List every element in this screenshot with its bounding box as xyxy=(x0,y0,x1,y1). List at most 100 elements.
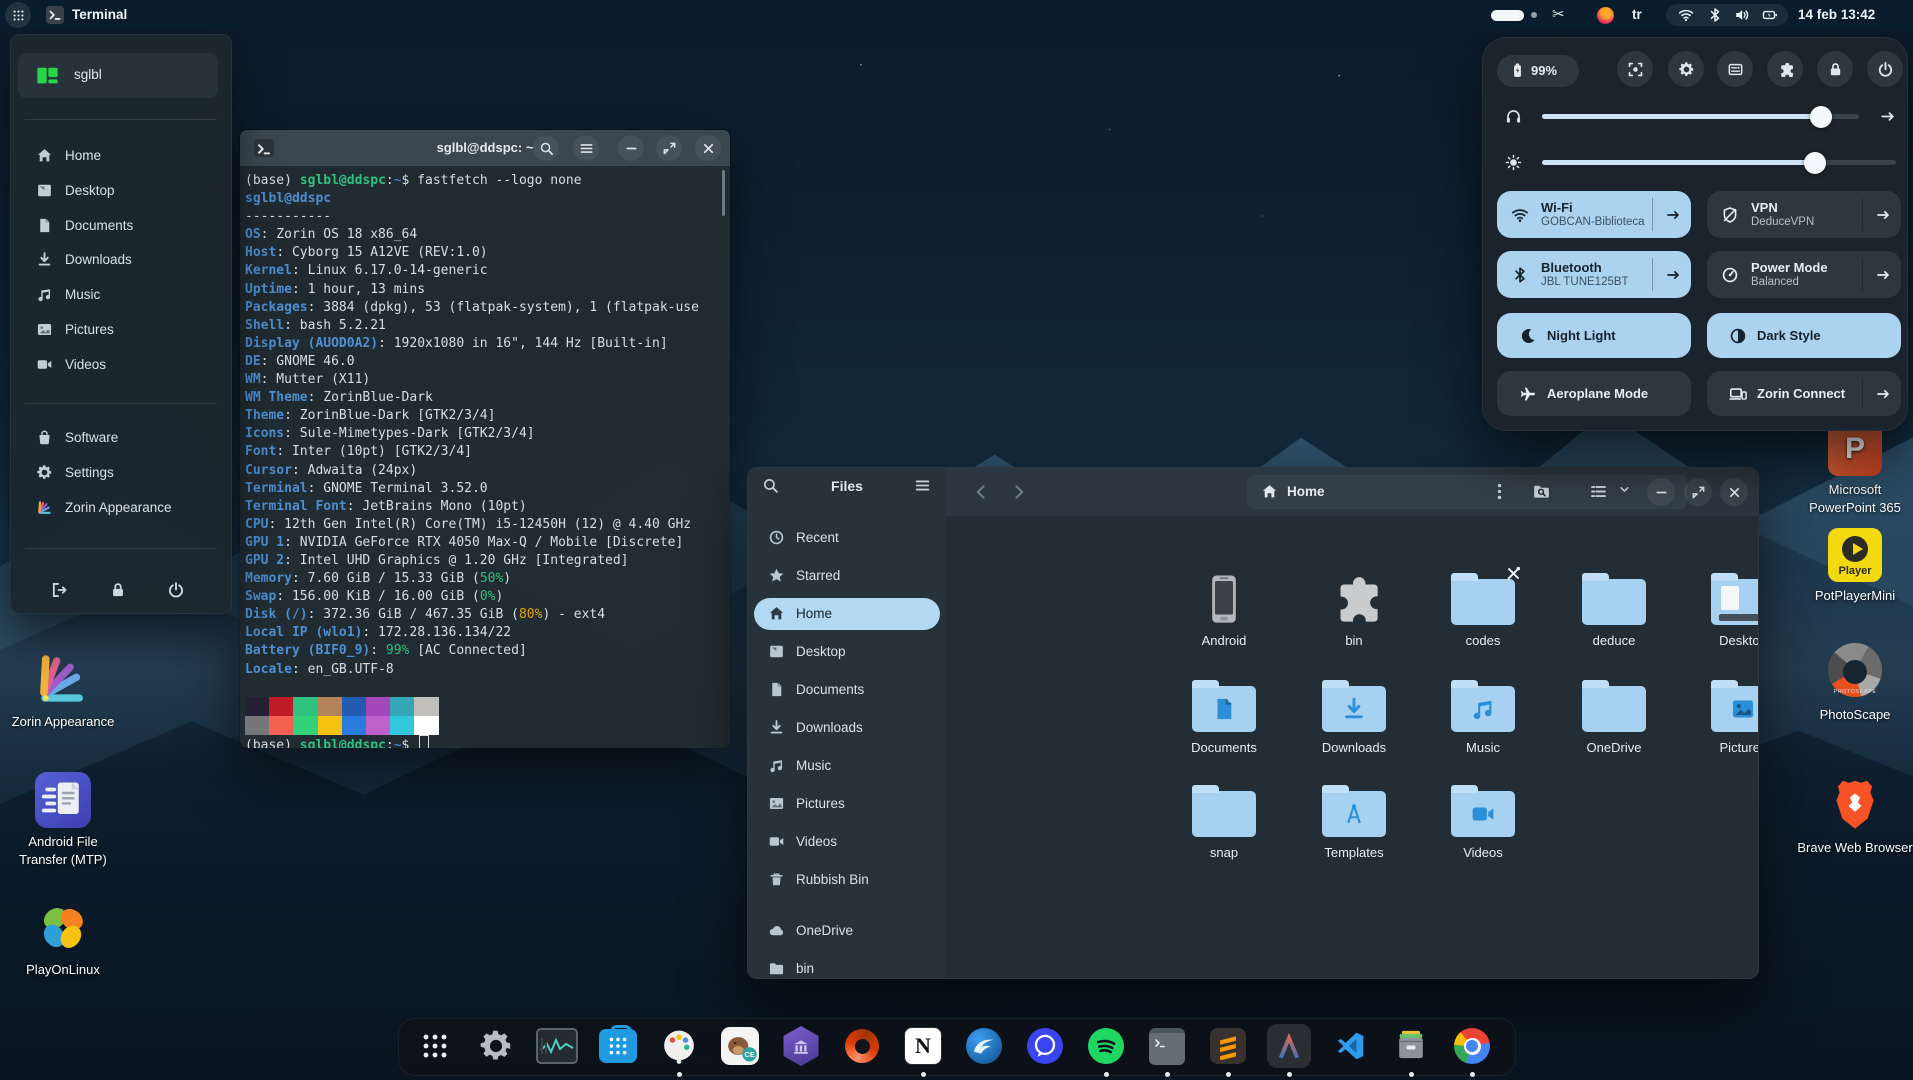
files-content[interactable]: AndroidbincodesdeduceDesktopdevelopmentD… xyxy=(946,516,1758,978)
terminal-maximize-button[interactable] xyxy=(656,135,682,161)
file-item-videos[interactable]: Videos xyxy=(1423,783,1543,860)
sidebar-item-pictures[interactable]: Pictures xyxy=(754,788,940,820)
terminal-menu-button[interactable] xyxy=(573,135,599,161)
arrow-right-icon[interactable] xyxy=(1879,108,1896,125)
desktop-icon-android-file-transfer[interactable]: Android File Transfer (MTP) xyxy=(3,772,123,868)
menu-item-videos[interactable]: Videos xyxy=(21,349,221,381)
lock-button[interactable] xyxy=(1817,51,1853,87)
dock-item-sublime-text[interactable] xyxy=(1206,1024,1250,1068)
sidebar-item-videos[interactable]: Videos xyxy=(754,826,940,858)
power-button[interactable] xyxy=(1867,51,1903,87)
menu-item-downloads[interactable]: Downloads xyxy=(21,244,221,276)
sidebar-item-rubbish-bin[interactable]: Rubbish Bin xyxy=(754,864,940,896)
file-item-onedrive[interactable]: OneDrive xyxy=(1554,678,1674,755)
file-item-pictures[interactable]: Pictures xyxy=(1683,678,1759,755)
dock-item-show-applications[interactable] xyxy=(413,1024,457,1068)
sidebar-item-bin[interactable]: bin xyxy=(754,953,940,979)
tile-night-light[interactable]: Night Light xyxy=(1497,313,1691,358)
user-button[interactable]: sglbl xyxy=(18,53,218,98)
system-tray[interactable] xyxy=(1666,4,1788,26)
desktop-icon-powerpoint[interactable]: PMicrosoft PowerPoint 365 xyxy=(1795,422,1913,516)
dock-item-notion[interactable]: N xyxy=(901,1024,945,1068)
menu-item-documents[interactable]: Documents xyxy=(21,210,221,242)
dock-item-thunderbird[interactable] xyxy=(962,1024,1006,1068)
sidebar-item-home[interactable]: Home xyxy=(754,598,940,630)
arrow-right-icon[interactable] xyxy=(1875,267,1891,283)
tile-zorin-connect[interactable]: Zorin Connect xyxy=(1707,371,1901,416)
file-item-templates[interactable]: Templates xyxy=(1294,783,1414,860)
dock-item-color-picker[interactable] xyxy=(657,1024,701,1068)
lock-screen-button[interactable] xyxy=(101,573,135,607)
tweaks-button[interactable] xyxy=(1717,51,1753,87)
dock-item-system-monitor[interactable] xyxy=(535,1024,579,1068)
files-headerbar[interactable]: Home xyxy=(946,468,1758,517)
file-item-desktop[interactable]: Desktop xyxy=(1683,571,1759,648)
settings-button[interactable] xyxy=(1668,51,1704,87)
dock-item-vscode[interactable] xyxy=(1328,1024,1372,1068)
file-item-documents[interactable]: Documents xyxy=(1164,678,1284,755)
dock-item-software-store[interactable] xyxy=(596,1024,640,1068)
arrow-right-icon[interactable] xyxy=(1875,386,1891,402)
dock-item-microsoft-office[interactable] xyxy=(840,1024,884,1068)
menu-item-home[interactable]: Home xyxy=(21,140,221,172)
terminal-close-button[interactable] xyxy=(695,135,721,161)
tile-wi-fi[interactable]: Wi-FiGOBCAN-Biblioteca xyxy=(1497,191,1691,238)
back-icon[interactable] xyxy=(971,482,991,502)
dock-item-spotify[interactable] xyxy=(1084,1024,1128,1068)
dock-item-settings[interactable] xyxy=(474,1024,518,1068)
terminal-prompt[interactable]: (base) sglbl@ddspc:~$ xyxy=(245,735,725,748)
toggle-pill-indicator[interactable] xyxy=(1491,10,1524,21)
file-item-downloads[interactable]: Downloads xyxy=(1294,678,1414,755)
dock-item-dbeaver-ce[interactable]: CE xyxy=(718,1024,762,1068)
menu-item-pictures[interactable]: Pictures xyxy=(21,314,221,346)
terminal-search-button[interactable] xyxy=(533,135,559,161)
desktop-icon-playonlinux[interactable]: PlayOnLinux xyxy=(3,900,123,979)
dock-item-signal[interactable] xyxy=(1023,1024,1067,1068)
tile-aeroplane-mode[interactable]: Aeroplane Mode xyxy=(1497,371,1691,416)
app-indicator-icon[interactable] xyxy=(1597,7,1614,24)
sidebar-item-recent[interactable]: Recent xyxy=(754,522,940,554)
dock-item-purple-hexagon-app[interactable] xyxy=(779,1024,823,1068)
zorin-menu-button[interactable] xyxy=(5,2,31,28)
sidebar-item-onedrive[interactable]: OneDrive xyxy=(754,915,940,947)
extensions-button[interactable] xyxy=(1767,51,1803,87)
scissors-tray-icon[interactable]: ✂ xyxy=(1552,5,1565,23)
slider-knob[interactable] xyxy=(1810,106,1832,128)
files-close-button[interactable] xyxy=(1720,478,1748,506)
desktop-icon-potplayer[interactable]: PlayerPotPlayerMini xyxy=(1795,528,1913,605)
screenshot-button[interactable] xyxy=(1617,51,1653,87)
battery-status[interactable]: 99% xyxy=(1497,55,1579,87)
sidebar-item-music[interactable]: Music xyxy=(754,750,940,782)
tile-bluetooth[interactable]: BluetoothJBL TUNE125BT xyxy=(1497,251,1691,298)
file-item-music[interactable]: Music xyxy=(1423,678,1543,755)
kebab-menu-icon[interactable] xyxy=(1490,482,1509,501)
menu-item-software[interactable]: Software xyxy=(21,422,221,454)
terminal-output[interactable]: (base) sglbl@ddspc:~$ fastfetch --logo n… xyxy=(240,166,730,748)
log-out-button[interactable] xyxy=(42,573,76,607)
clock[interactable]: 14 feb 13:42 xyxy=(1798,7,1875,22)
desktop-icon-brave[interactable]: Brave Web Browser xyxy=(1795,776,1913,857)
file-item-codes[interactable]: codes xyxy=(1423,571,1543,648)
file-item-snap[interactable]: snap xyxy=(1164,783,1284,860)
menu-item-desktop[interactable]: Desktop xyxy=(21,175,221,207)
list-view-icon[interactable] xyxy=(1589,482,1608,501)
terminal-minimize-button[interactable] xyxy=(618,135,644,161)
file-item-deduce[interactable]: deduce xyxy=(1554,571,1674,648)
sidebar-item-starred[interactable]: Starred xyxy=(754,560,940,592)
keyboard-layout-indicator[interactable]: tr xyxy=(1632,7,1642,22)
power-off-button[interactable] xyxy=(159,573,193,607)
files-minimize-button[interactable] xyxy=(1647,478,1675,506)
file-item-android[interactable]: Android xyxy=(1164,571,1284,648)
arrow-right-icon[interactable] xyxy=(1875,207,1891,223)
menu-item-zorin-appearance[interactable]: Zorin Appearance xyxy=(21,492,221,524)
sidebar-item-downloads[interactable]: Downloads xyxy=(754,712,940,744)
sidebar-item-desktop[interactable]: Desktop xyxy=(754,636,940,668)
desktop-icon-zorin-appearance[interactable]: Zorin Appearance xyxy=(3,650,123,731)
focused-app-title[interactable]: Terminal xyxy=(72,7,127,22)
file-item-bin[interactable]: bin xyxy=(1294,571,1414,648)
slider-track[interactable] xyxy=(1542,160,1896,165)
folder-search-icon[interactable] xyxy=(1532,482,1551,501)
tile-power-mode[interactable]: Power ModeBalanced xyxy=(1707,251,1901,298)
slider-knob[interactable] xyxy=(1804,152,1826,174)
forward-icon[interactable] xyxy=(1009,482,1029,502)
